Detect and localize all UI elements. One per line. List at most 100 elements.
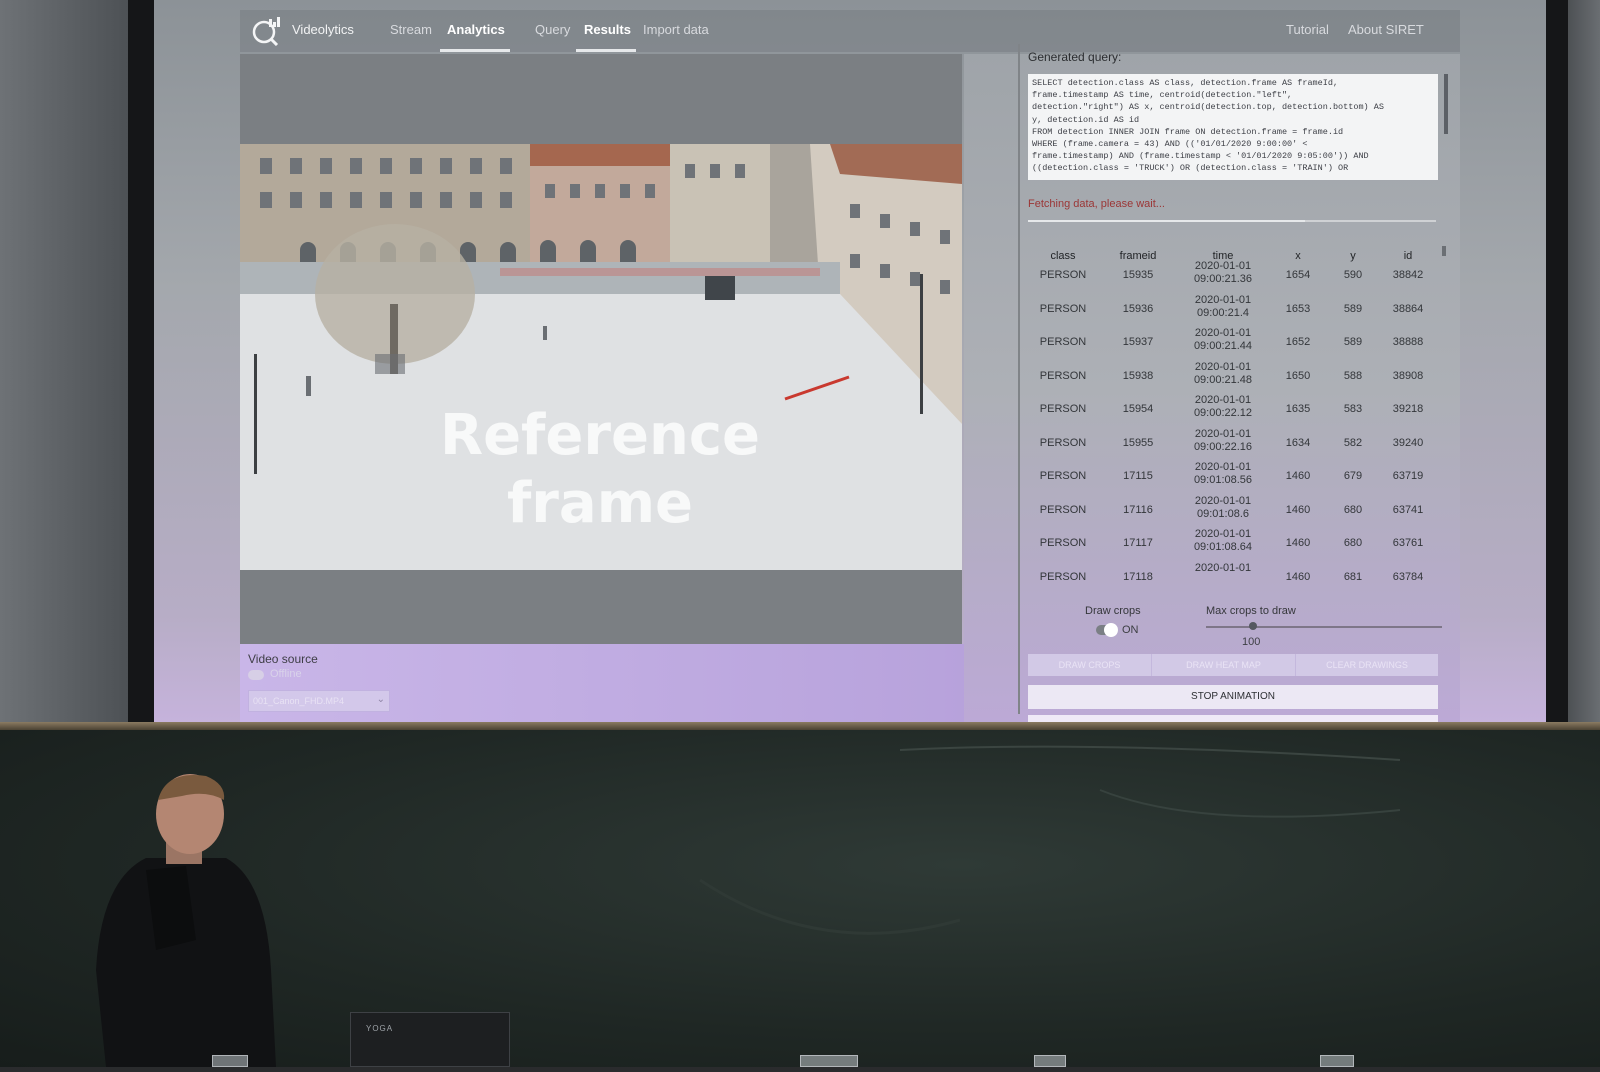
nav-stream[interactable]: Stream bbox=[390, 22, 432, 37]
video-file-select[interactable]: 001_Canon_FHD.MP4 ⌄ bbox=[248, 690, 390, 712]
col-header-x[interactable]: x bbox=[1278, 250, 1318, 262]
cell-class: PERSON bbox=[1039, 470, 1087, 482]
cell-x: 1650 bbox=[1285, 369, 1311, 382]
fetch-progress-fill bbox=[1028, 220, 1305, 222]
cell-id: 39240 bbox=[1392, 436, 1424, 449]
cell-y: 680 bbox=[1343, 503, 1363, 516]
cell-id: 38888 bbox=[1392, 336, 1424, 348]
water-jug bbox=[800, 1055, 858, 1067]
sql-line: frame.timestamp) AND (frame.timestamp < … bbox=[1032, 151, 1369, 162]
cell-frameid: 15938 bbox=[1122, 369, 1154, 382]
cell-time-clock: 09:00:22.12 bbox=[1193, 407, 1253, 419]
cell-id: 38908 bbox=[1392, 369, 1424, 382]
cell-time-clock: 09:00:21.44 bbox=[1193, 340, 1253, 352]
table-row[interactable]: PERSON 15955 2020-01-01 09:00:22.16 1634 582 3… bbox=[1028, 428, 1436, 462]
magnifier-logo-icon[interactable] bbox=[252, 16, 282, 46]
table-row[interactable]: PERSON 15938 2020-01-01 09:00:21.48 1650 588 3… bbox=[1028, 361, 1436, 395]
chevron-down-icon: ⌄ bbox=[376, 694, 385, 705]
screen-border-right bbox=[1546, 0, 1568, 724]
cell-y: 588 bbox=[1343, 369, 1363, 382]
col-header-y[interactable]: y bbox=[1333, 250, 1373, 262]
sql-line: y, detection.id AS id bbox=[1032, 114, 1140, 125]
screen-border-left bbox=[128, 0, 154, 724]
col-header-class[interactable]: class bbox=[1038, 250, 1088, 262]
draw-crops-toggle-knob[interactable] bbox=[1104, 623, 1118, 637]
cell-time-date: 2020-01-01 bbox=[1194, 293, 1252, 306]
nav-results[interactable]: Results bbox=[584, 22, 631, 37]
table-row[interactable]: PERSON 15937 2020-01-01 09:00:21.44 1652 589 3… bbox=[1028, 327, 1436, 361]
stop-animation-button[interactable]: STOP ANIMATION bbox=[1028, 685, 1438, 709]
sql-scrollbar[interactable] bbox=[1444, 74, 1448, 134]
table-row[interactable]: PERSON 17117 2020-01-01 09:01:08.64 1460 680 6… bbox=[1028, 528, 1436, 562]
nav-about[interactable]: About SIRET bbox=[1348, 22, 1424, 37]
nav-analytics-underline bbox=[440, 49, 510, 52]
nav-analytics[interactable]: Analytics bbox=[447, 22, 505, 37]
max-crops-value: 100 bbox=[1242, 636, 1261, 648]
col-header-frameid[interactable]: frameid bbox=[1108, 250, 1168, 262]
col-header-id[interactable]: id bbox=[1383, 250, 1433, 262]
cell-class: PERSON bbox=[1039, 336, 1087, 348]
cell-time: 2020-01-01 09:00:22.12 bbox=[1178, 394, 1268, 420]
table-row[interactable]: PERSON 17115 2020-01-01 09:01:08.56 1460 679 6… bbox=[1028, 461, 1436, 495]
cell-x: 1460 bbox=[1285, 537, 1311, 549]
cell-time: 2020-01-01 09:01:08.56 bbox=[1178, 461, 1268, 487]
cell-id: 39218 bbox=[1392, 403, 1424, 415]
table-row[interactable]: PERSON 15935 2020-01-01 09:00:21.36 1654 590 3… bbox=[1028, 260, 1436, 294]
drinking-glass bbox=[1320, 1055, 1354, 1067]
cell-x: 1634 bbox=[1285, 436, 1311, 449]
offline-toggle[interactable] bbox=[248, 670, 264, 680]
cell-time-date: 2020-01-01 bbox=[1194, 394, 1252, 406]
cell-y: 590 bbox=[1343, 269, 1363, 281]
clear-drawings-button[interactable]: CLEAR DRAWINGS bbox=[1296, 654, 1438, 676]
cell-y: 583 bbox=[1343, 403, 1363, 415]
cell-class: PERSON bbox=[1039, 269, 1087, 281]
cell-class: PERSON bbox=[1039, 403, 1087, 415]
top-navbar: Videolytics Stream Analytics Query Resul… bbox=[240, 10, 1460, 52]
cell-time: 2020-01-01 09:00:21.36 bbox=[1178, 260, 1268, 286]
cell-frameid: 15935 bbox=[1122, 269, 1154, 281]
cell-time: 2020-01-01 09:00:21.48 bbox=[1178, 361, 1268, 387]
generated-query-label: Generated query: bbox=[1028, 50, 1122, 64]
cell-time-date: 2020-01-01 bbox=[1194, 360, 1252, 373]
reference-frame-image[interactable]: Reference frame bbox=[240, 144, 962, 570]
cell-frameid: 15955 bbox=[1122, 436, 1154, 449]
sql-line: detection."right") AS x, centroid(detect… bbox=[1032, 102, 1384, 113]
cell-y: 679 bbox=[1343, 470, 1363, 482]
cell-frameid: 17117 bbox=[1123, 537, 1153, 549]
table-row[interactable]: PERSON 15954 2020-01-01 09:00:22.12 1635 583 3… bbox=[1028, 394, 1436, 428]
cell-time: 2020-01-01 09:01:08.64 bbox=[1178, 528, 1268, 554]
cell-frameid: 17116 bbox=[1123, 503, 1153, 516]
nav-import-data[interactable]: Import data bbox=[643, 22, 709, 37]
reference-frame-overlay: Reference frame bbox=[430, 402, 770, 538]
cell-y: 681 bbox=[1343, 570, 1363, 583]
nav-tutorial[interactable]: Tutorial bbox=[1286, 22, 1329, 37]
nav-query[interactable]: Query bbox=[535, 22, 570, 37]
cell-time: 2020-01-01 09:01:08.6 bbox=[1178, 495, 1268, 521]
cell-time-date: 2020-01-01 bbox=[1194, 461, 1252, 473]
cell-id: 38842 bbox=[1392, 269, 1424, 281]
cell-x: 1460 bbox=[1285, 503, 1311, 516]
cell-class: PERSON bbox=[1039, 570, 1087, 583]
draw-heat-map-button[interactable]: DRAW HEAT MAP bbox=[1152, 654, 1296, 676]
draw-crops-label: Draw crops bbox=[1085, 605, 1141, 617]
cell-time-date: 2020-01-01 bbox=[1194, 327, 1252, 339]
table-scrollbar[interactable] bbox=[1442, 246, 1446, 256]
sql-line: FROM detection INNER JOIN frame ON detec… bbox=[1032, 126, 1344, 137]
sql-query-box[interactable]: SELECT detection.class AS class, detecti… bbox=[1028, 74, 1438, 180]
draw-crops-button[interactable]: DRAW CROPS bbox=[1028, 654, 1152, 676]
cell-time-date: 2020-01-01 bbox=[1194, 260, 1252, 272]
app-title[interactable]: Videolytics bbox=[292, 22, 354, 37]
cell-time: 2020-01-01 bbox=[1178, 562, 1268, 575]
offline-toggle-label: Offline bbox=[270, 668, 302, 680]
table-row[interactable]: PERSON 17118 2020-01-01 1460 681 63784 bbox=[1028, 562, 1436, 596]
table-row[interactable]: PERSON 17116 2020-01-01 09:01:08.6 1460 680 63… bbox=[1028, 495, 1436, 529]
max-crops-slider[interactable] bbox=[1206, 626, 1442, 628]
cell-y: 589 bbox=[1343, 336, 1363, 348]
room-wall-left bbox=[0, 0, 128, 724]
video-panel: Reference frame bbox=[240, 54, 962, 654]
cell-time-clock: 09:00:21.4 bbox=[1197, 306, 1249, 319]
laptop bbox=[350, 1012, 510, 1067]
cell-id: 38864 bbox=[1392, 302, 1424, 315]
cell-y: 589 bbox=[1343, 302, 1363, 315]
table-row[interactable]: PERSON 15936 2020-01-01 09:00:21.4 1653 589 38… bbox=[1028, 293, 1436, 328]
